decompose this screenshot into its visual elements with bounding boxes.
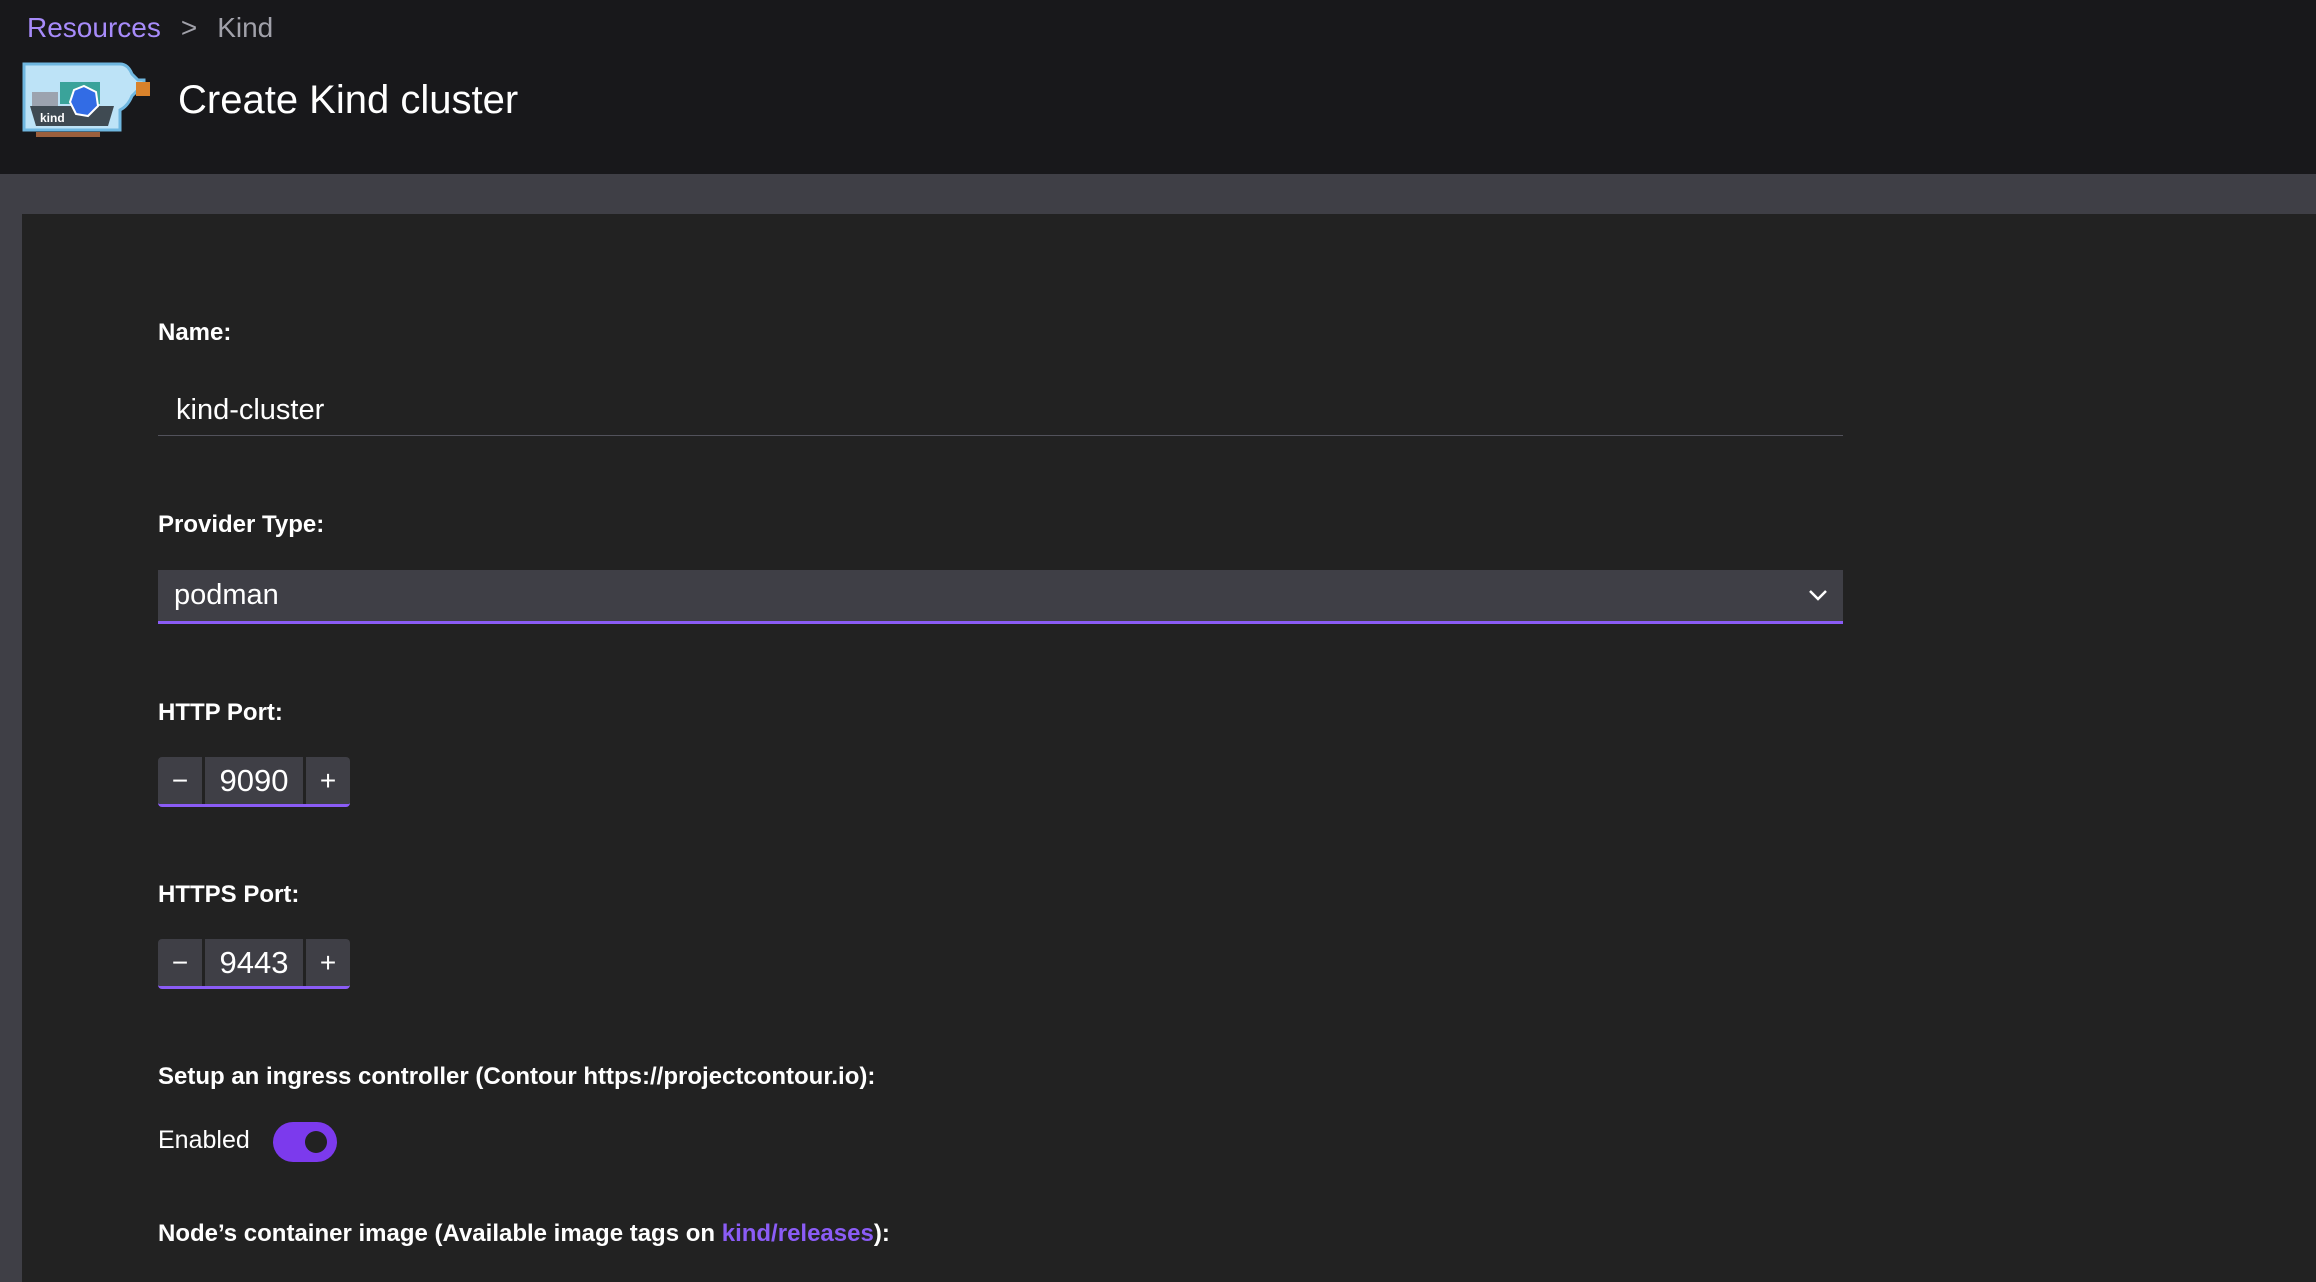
ingress-toggle[interactable]	[273, 1122, 337, 1162]
breadcrumb: Resources > Kind	[27, 12, 273, 44]
https-port-stepper: − 9443 +	[158, 939, 350, 989]
http-port-stepper: − 9090 +	[158, 757, 350, 807]
https-port-label: HTTPS Port:	[158, 881, 300, 908]
kind-logo-icon: kind	[22, 62, 150, 137]
https-port-decrement-button[interactable]: −	[158, 939, 202, 986]
ingress-toggle-label: Enabled	[158, 1126, 250, 1154]
http-port-input[interactable]: 9090	[205, 757, 303, 804]
node-image-label-suffix: ):	[873, 1220, 890, 1247]
breadcrumb-resources-link[interactable]: Resources	[27, 12, 161, 44]
provider-type-select[interactable]: podman	[158, 570, 1843, 624]
node-image-label: Node’s container image (Available image …	[158, 1220, 890, 1248]
https-port-input[interactable]: 9443	[205, 939, 303, 986]
ingress-label: Setup an ingress controller (Contour htt…	[158, 1063, 876, 1090]
provider-type-value: podman	[174, 579, 279, 611]
breadcrumb-current: Kind	[217, 12, 274, 43]
page-title: Create Kind cluster	[178, 78, 519, 122]
http-port-increment-button[interactable]: +	[306, 757, 350, 804]
http-port-label: HTTP Port:	[158, 699, 283, 726]
provider-type-label: Provider Type:	[158, 511, 325, 538]
breadcrumb-separator: >	[180, 12, 198, 43]
chevron-down-icon	[1809, 590, 1827, 601]
node-image-label-prefix: Node’s container image (Available image …	[158, 1220, 722, 1247]
kind-releases-link[interactable]: kind/releases	[722, 1220, 874, 1247]
header: Resources > Kind kind Create Kind cluste…	[0, 0, 2316, 174]
http-port-decrement-button[interactable]: −	[158, 757, 202, 804]
svg-text:kind: kind	[40, 111, 65, 125]
create-cluster-form: Name: Provider Type: podman HTTP Port: −…	[22, 214, 2316, 1282]
name-input[interactable]	[158, 386, 1843, 436]
name-label: Name:	[158, 319, 232, 346]
https-port-increment-button[interactable]: +	[306, 939, 350, 986]
toggle-knob	[305, 1131, 327, 1153]
